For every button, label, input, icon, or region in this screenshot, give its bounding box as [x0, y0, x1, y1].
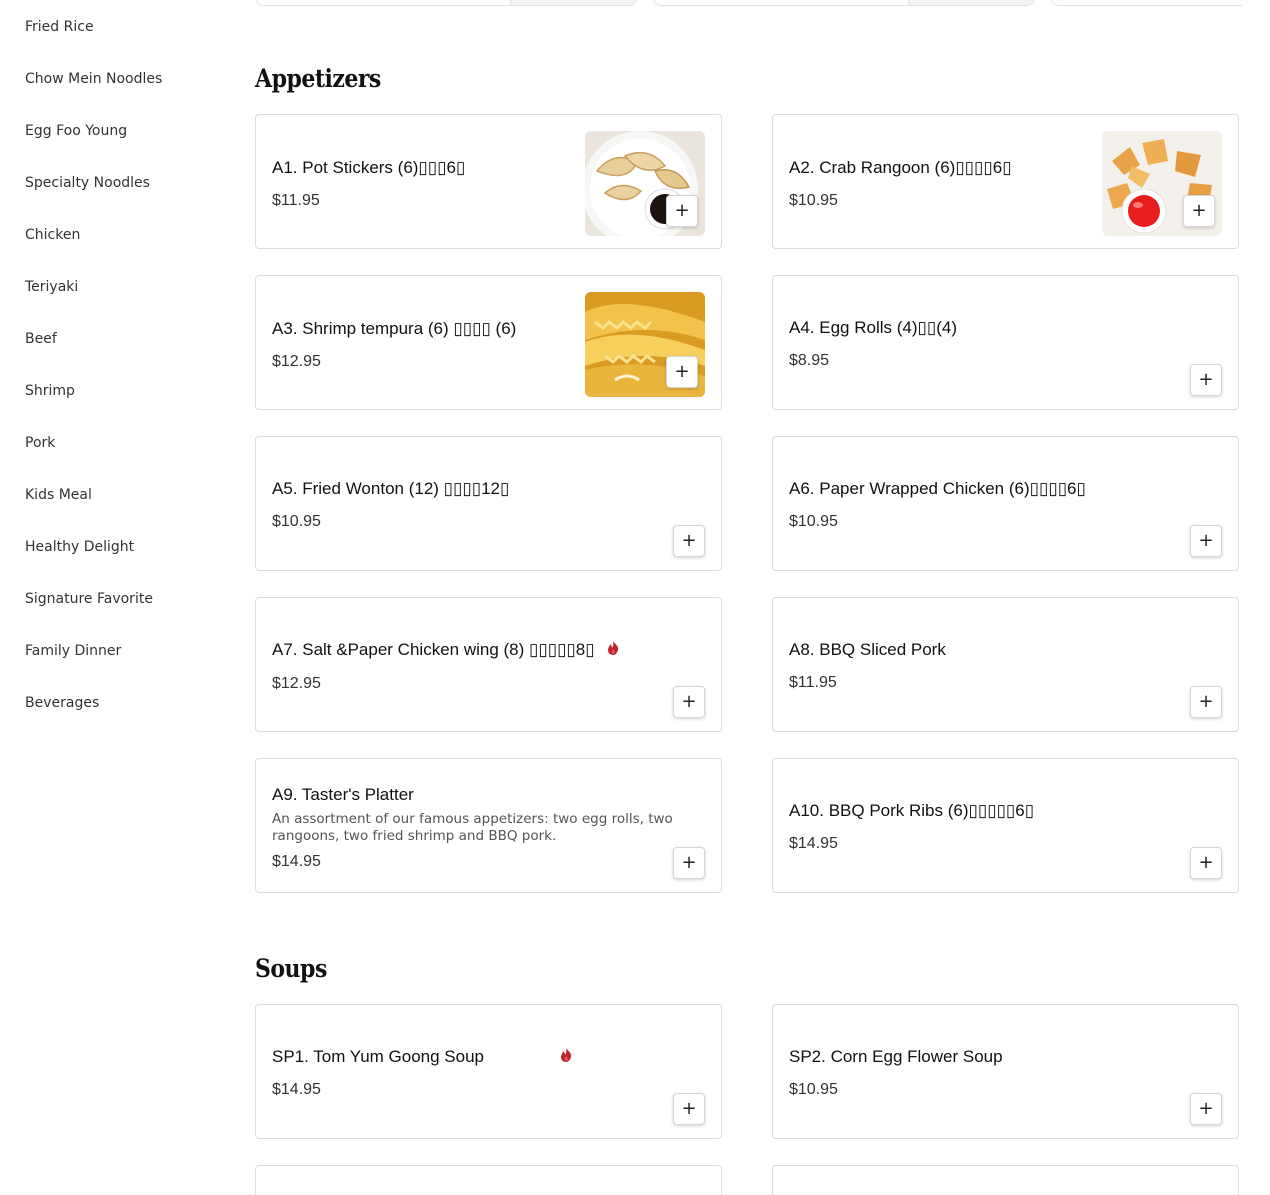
menu-item-name: A3. Shrimp tempura (6) ▯▯▯▯ (6)	[272, 319, 517, 338]
sidebar-item-egg-foo-young[interactable]: Egg Foo Young	[25, 123, 127, 139]
menu-item-name: A8. BBQ Sliced Pork	[789, 640, 946, 659]
spicy-icon	[608, 641, 619, 655]
menu-item-description: An assortment of our famous appetizers: …	[272, 811, 673, 844]
menu-item-name: A10. BBQ Pork Ribs (6)▯▯▯▯▯6▯	[789, 801, 1035, 820]
menu-item-name: A2. Crab Rangoon (6)▯▯▯▯6▯	[789, 158, 1012, 177]
menu-item-name: SP1. Tom Yum Goong Soup	[272, 1047, 485, 1066]
add-to-cart-button[interactable]: +	[1190, 525, 1222, 557]
sidebar-item-family-dinner[interactable]: Family Dinner	[25, 643, 121, 659]
section-title-soups: Soups	[255, 954, 327, 984]
add-to-cart-button[interactable]: +	[1190, 364, 1222, 396]
menu-item-name: A5. Fried Wonton (12) ▯▯▯▯12▯	[272, 479, 510, 498]
menu-item-card[interactable]: SP1. Tom Yum Goong Soup $14.95 +	[255, 1004, 722, 1139]
sidebar-item-beverages[interactable]: Beverages	[25, 695, 99, 711]
sidebar-item-beef[interactable]: Beef	[25, 331, 57, 347]
add-to-cart-button[interactable]: +	[666, 356, 698, 388]
menu-item-price: $12.95	[272, 353, 321, 370]
previous-section-card-partial[interactable]	[255, 0, 637, 6]
menu-item-card-partial[interactable]	[772, 1165, 1239, 1195]
menu-item-card[interactable]: A7. Salt &Paper Chicken wing (8) ▯▯▯▯▯8▯…	[255, 597, 722, 732]
menu-item-name: A9. Taster's Platter	[272, 785, 414, 804]
sidebar-item-kids-meal[interactable]: Kids Meal	[25, 487, 92, 503]
sidebar-item-chicken[interactable]: Chicken	[25, 227, 80, 243]
menu-item-price: $14.95	[789, 835, 838, 852]
menu-item-price: $14.95	[272, 1081, 321, 1098]
sidebar-item-healthy-delight[interactable]: Healthy Delight	[25, 539, 134, 555]
menu-item-card[interactable]: SP2. Corn Egg Flower Soup $10.95 +	[772, 1004, 1239, 1139]
menu-item-price: $10.95	[789, 192, 838, 209]
menu-item-card[interactable]: A9. Taster's Platter An assortment of ou…	[255, 758, 722, 893]
sidebar-item-chow-mein-noodles[interactable]: Chow Mein Noodles	[25, 71, 162, 87]
add-to-cart-button[interactable]: +	[673, 525, 705, 557]
previous-section-card-partial[interactable]	[1051, 0, 1242, 6]
menu-item-card[interactable]: A2. Crab Rangoon (6)▯▯▯▯6▯ $10.95 +	[772, 114, 1239, 249]
add-to-cart-button[interactable]: +	[673, 1093, 705, 1125]
spicy-icon	[561, 1048, 572, 1062]
add-to-cart-button[interactable]: +	[1190, 1093, 1222, 1125]
menu-item-card-partial[interactable]	[255, 1165, 722, 1195]
menu-item-price: $11.95	[789, 674, 837, 691]
menu-item-card[interactable]: A6. Paper Wrapped Chicken (6)▯▯▯▯6▯ $10.…	[772, 436, 1239, 571]
menu-item-card[interactable]: A5. Fried Wonton (12) ▯▯▯▯12▯ $10.95 +	[255, 436, 722, 571]
menu-item-price: $8.95	[789, 352, 830, 369]
sidebar-item-teriyaki[interactable]: Teriyaki	[25, 279, 78, 295]
add-to-cart-button[interactable]: +	[1183, 195, 1215, 227]
add-to-cart-button[interactable]: +	[1190, 847, 1222, 879]
sidebar-item-pork[interactable]: Pork	[25, 435, 55, 451]
menu-item-name: A7. Salt &Paper Chicken wing (8) ▯▯▯▯▯8▯	[272, 640, 595, 659]
menu-item-card[interactable]: A1. Pot Stickers (6)▯▯▯6▯ $11.95 +	[255, 114, 722, 249]
add-to-cart-button[interactable]: +	[666, 195, 698, 227]
menu-item-card[interactable]: A10. BBQ Pork Ribs (6)▯▯▯▯▯6▯ $14.95 +	[772, 758, 1239, 893]
menu-item-name: SP2. Corn Egg Flower Soup	[789, 1047, 1003, 1066]
menu-item-name: A6. Paper Wrapped Chicken (6)▯▯▯▯6▯	[789, 479, 1086, 498]
add-to-cart-button[interactable]: +	[673, 686, 705, 718]
sidebar-item-specialty-noodles[interactable]: Specialty Noodles	[25, 175, 150, 191]
previous-section-card-partial[interactable]	[653, 0, 1035, 6]
menu-item-card[interactable]: A3. Shrimp tempura (6) ▯▯▯▯ (6) $12.95 +	[255, 275, 722, 410]
sidebar-item-shrimp[interactable]: Shrimp	[25, 383, 75, 399]
menu-item-price: $10.95	[272, 513, 321, 530]
menu-item-price: $12.95	[272, 675, 321, 692]
add-to-cart-button[interactable]: +	[673, 847, 705, 879]
menu-item-price: $10.95	[789, 1081, 838, 1098]
sidebar-item-signature-favorite[interactable]: Signature Favorite	[25, 591, 153, 607]
menu-item-price: $11.95	[272, 192, 320, 209]
menu-item-card[interactable]: A8. BBQ Sliced Pork $11.95 +	[772, 597, 1239, 732]
add-to-cart-button[interactable]: +	[1190, 686, 1222, 718]
section-title-appetizers: Appetizers	[255, 64, 381, 94]
menu-item-price: $14.95	[272, 853, 321, 870]
menu-item-name: A1. Pot Stickers (6)▯▯▯6▯	[272, 158, 466, 177]
menu-item-card[interactable]: A4. Egg Rolls (4)▯▯(4) $8.95 +	[772, 275, 1239, 410]
menu-item-price: $10.95	[789, 513, 838, 530]
menu-item-name: A4. Egg Rolls (4)▯▯(4)	[789, 318, 957, 337]
sidebar-item-fried-rice[interactable]: Fried Rice	[25, 19, 94, 35]
